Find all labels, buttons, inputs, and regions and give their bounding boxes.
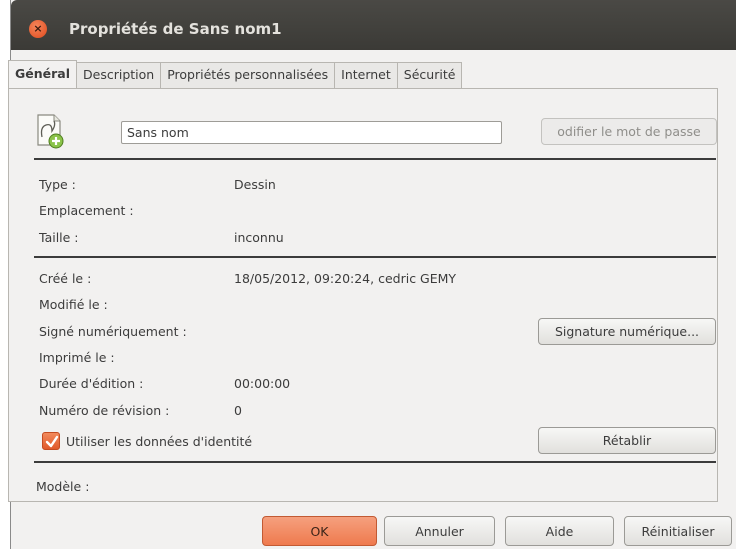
checkmark-icon [45,435,59,448]
digital-signature-button[interactable]: Signature numérique... [538,318,716,345]
signed-label: Signé numériquement : [39,324,187,339]
tab-security[interactable]: Sécurité [396,62,463,88]
editing-time-label: Durée d'édition : [39,376,144,391]
editing-time-value: 00:00:00 [234,376,291,391]
reset-dialog-button[interactable]: Réinitialiser [624,516,732,546]
created-value: 18/05/2012, 09:20:24, cedric GEMY [234,271,457,286]
change-password-button[interactable]: odifier le mot de passe [541,118,717,145]
tab-general[interactable]: Général [8,60,77,88]
type-label: Type : [39,177,76,192]
title-bar: × Propriétés de Sans nom1 [11,0,736,50]
revision-label: Numéro de révision : [39,403,170,418]
document-name-input[interactable] [121,121,502,144]
use-identity-checkbox[interactable] [42,432,60,450]
separator-middle [34,256,716,258]
tab-description[interactable]: Description [76,62,162,88]
drawing-document-icon [37,114,64,149]
dialog-title: Propriétés de Sans nom1 [69,20,282,38]
ok-button[interactable]: OK [262,516,377,546]
tab-internet[interactable]: Internet [334,62,398,88]
separator-top [34,158,716,160]
location-label: Emplacement : [39,203,134,218]
printed-label: Imprimé le : [39,350,115,365]
size-label: Taille : [39,230,79,245]
created-label: Créé le : [39,271,92,286]
size-value: inconnu [234,230,284,245]
separator-bottom [34,461,716,463]
modified-label: Modifié le : [39,297,108,312]
close-button[interactable]: × [29,20,47,38]
use-identity-label[interactable]: Utiliser les données d'identité [66,434,252,449]
type-value: Dessin [234,177,276,192]
tab-bar: Général Description Propriétés personnal… [8,60,463,88]
help-button[interactable]: Aide [505,516,614,546]
revision-value: 0 [234,403,242,418]
tab-custom-properties[interactable]: Propriétés personnalisées [160,62,336,88]
cancel-button[interactable]: Annuler [384,516,495,546]
template-label: Modèle : [36,479,90,494]
reset-identity-button[interactable]: Rétablir [538,427,716,454]
